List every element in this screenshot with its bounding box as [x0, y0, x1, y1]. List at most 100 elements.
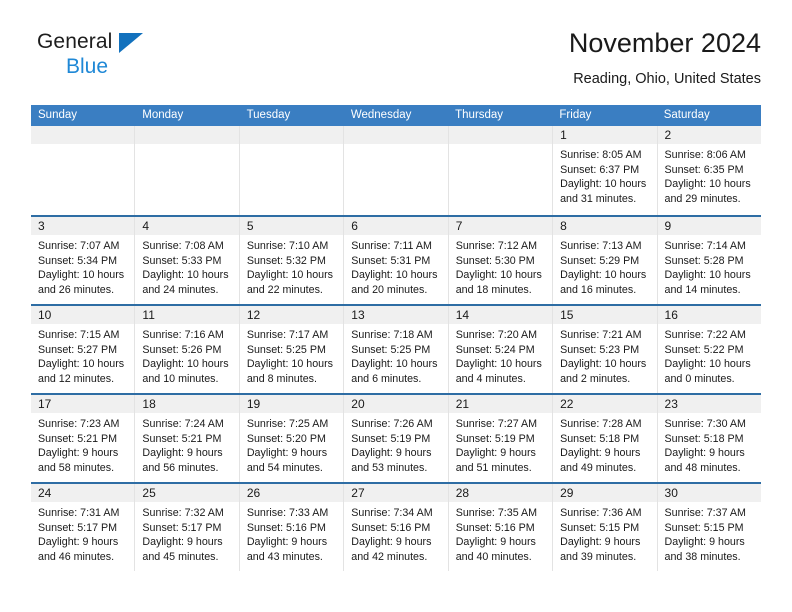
day-info-line: Daylight: 9 hours — [142, 536, 223, 549]
day-sun-info: Sunrise: 7:25 AM Sunset: 5:20 PM Daylight:… — [240, 413, 343, 475]
day-info-line: Sunrise: 7:35 AM — [455, 507, 538, 519]
day-number: 9 — [664, 219, 672, 233]
calendar-page: General Blue November 2024 Reading, Ohio… — [0, 0, 792, 612]
day-info-line: and 48 minutes. — [664, 461, 741, 474]
day-info-line: Sunrise: 7:23 AM — [38, 418, 120, 430]
day-info-line: Sunset: 5:17 PM — [38, 521, 118, 534]
calendar-day-cell[interactable]: 18 Sunrise: 7:24 AM Sunset: 5:21 PM Dayligh… — [135, 395, 240, 482]
calendar-week-row: 3 Sunrise: 7:07 AM Sunset: 5:34 PM Daylight… — [31, 215, 761, 304]
calendar-day-cell[interactable]: 5 Sunrise: 7:10 AM Sunset: 5:32 PM Daylight… — [239, 217, 345, 304]
page-title: November 2024 — [568, 28, 761, 58]
day-info-line: Daylight: 9 hours — [455, 447, 536, 460]
day-info-line: Daylight: 9 hours — [351, 447, 432, 460]
day-info-line: Sunset: 6:35 PM — [664, 163, 744, 176]
day-sun-info: Sunrise: 7:08 AM Sunset: 5:33 PM Daylight:… — [135, 235, 238, 297]
calendar-day-cell[interactable]: 14 Sunrise: 7:20 AM Sunset: 5:24 PM Dayligh… — [448, 306, 554, 393]
calendar-day-cell[interactable]: 19 Sunrise: 7:25 AM Sunset: 5:20 PM Dayligh… — [239, 395, 345, 482]
day-info-line: Daylight: 10 hours — [455, 358, 542, 371]
calendar-day-cell[interactable]: 25 Sunrise: 7:32 AM Sunset: 5:17 PM Dayligh… — [135, 484, 240, 571]
day-info-line: Sunset: 5:18 PM — [560, 432, 640, 445]
day-info-line: Sunset: 5:21 PM — [38, 432, 118, 445]
day-info-line: Sunrise: 7:32 AM — [142, 507, 224, 519]
day-info-line: Sunrise: 7:15 AM — [38, 329, 120, 341]
day-info-line: and 26 minutes. — [38, 283, 115, 296]
day-info-line: Sunrise: 7:08 AM — [142, 240, 224, 252]
day-info-line: Sunset: 5:24 PM — [455, 343, 535, 356]
day-info-line: Sunset: 5:26 PM — [142, 343, 222, 356]
day-info-line: Sunrise: 7:20 AM — [455, 329, 538, 341]
day-info-line: Sunrise: 7:07 AM — [38, 240, 120, 252]
calendar-day-cell[interactable]: 29 Sunrise: 7:36 AM Sunset: 5:15 PM Dayligh… — [553, 484, 658, 571]
day-info-line: and 31 minutes. — [560, 192, 637, 205]
calendar-day-cell[interactable]: 15 Sunrise: 7:21 AM Sunset: 5:23 PM Dayligh… — [553, 306, 658, 393]
day-info-line: and 20 minutes. — [351, 283, 428, 296]
calendar-day-cell[interactable]: 13 Sunrise: 7:18 AM Sunset: 5:25 PM Dayligh… — [344, 306, 449, 393]
calendar-day-cell[interactable]: 1 Sunrise: 8:05 AM Sunset: 6:37 PM Daylight… — [553, 126, 658, 215]
day-sun-info: Sunrise: 8:05 AM Sunset: 6:37 PM Daylight:… — [553, 144, 656, 206]
calendar-day-cell[interactable]: 6 Sunrise: 7:11 AM Sunset: 5:31 PM Daylight… — [344, 217, 449, 304]
day-sun-info: Sunrise: 7:30 AM Sunset: 5:18 PM Daylight:… — [658, 413, 761, 475]
calendar-day-cell[interactable]: 12 Sunrise: 7:17 AM Sunset: 5:25 PM Dayligh… — [239, 306, 345, 393]
calendar-day-cell[interactable]: 24 Sunrise: 7:31 AM Sunset: 5:17 PM Dayligh… — [31, 484, 136, 571]
calendar-day-cell[interactable]: 16 Sunrise: 7:22 AM Sunset: 5:22 PM Dayligh… — [657, 306, 761, 393]
day-info-line: Sunset: 5:15 PM — [664, 521, 744, 534]
calendar-day-cell[interactable]: 17 Sunrise: 7:23 AM Sunset: 5:21 PM Dayligh… — [31, 395, 136, 482]
calendar-day-cell[interactable]: 21 Sunrise: 7:27 AM Sunset: 5:19 PM Dayligh… — [448, 395, 554, 482]
day-info-line: Daylight: 9 hours — [246, 447, 328, 460]
day-number-strip: 12 — [239, 306, 344, 324]
day-info-line: and 2 minutes. — [560, 372, 631, 385]
day-info-line: Sunset: 5:31 PM — [351, 254, 431, 267]
day-number: 4 — [142, 219, 150, 233]
calendar-day-cell[interactable]: 2 Sunrise: 8:06 AM Sunset: 6:35 PM Daylight… — [657, 126, 761, 215]
calendar-day-cell[interactable]: 9 Sunrise: 7:14 AM Sunset: 5:28 PM Daylight… — [657, 217, 761, 304]
day-sun-info: Sunrise: 7:37 AM Sunset: 5:15 PM Daylight:… — [658, 502, 761, 564]
calendar-day-cell[interactable]: 28 Sunrise: 7:35 AM Sunset: 5:16 PM Dayligh… — [448, 484, 554, 571]
day-number-strip: 2 — [657, 126, 761, 144]
day-number: 15 — [560, 308, 574, 322]
day-number-strip: 15 — [553, 306, 657, 324]
day-info-line: Daylight: 9 hours — [142, 447, 223, 460]
day-info-line: Sunset: 5:22 PM — [664, 343, 744, 356]
day-info-line: Sunset: 5:23 PM — [560, 343, 640, 356]
day-number: 1 — [560, 128, 567, 142]
weekday-header-saturday: Saturday — [663, 109, 710, 121]
calendar-day-cell[interactable]: 27 Sunrise: 7:34 AM Sunset: 5:16 PM Dayligh… — [344, 484, 449, 571]
day-info-line: and 58 minutes. — [38, 461, 115, 474]
day-number-strip — [135, 126, 239, 144]
day-sun-info: Sunrise: 7:12 AM Sunset: 5:30 PM Daylight:… — [449, 235, 552, 297]
calendar-day-cell[interactable]: 8 Sunrise: 7:13 AM Sunset: 5:29 PM Daylight… — [553, 217, 658, 304]
calendar-day-cell[interactable]: 20 Sunrise: 7:26 AM Sunset: 5:19 PM Dayligh… — [344, 395, 449, 482]
day-info-line: and 12 minutes. — [38, 372, 115, 385]
calendar-day-cell[interactable]: 26 Sunrise: 7:33 AM Sunset: 5:16 PM Dayligh… — [239, 484, 345, 571]
day-info-line: Sunrise: 7:22 AM — [664, 329, 746, 341]
day-info-line: and 8 minutes. — [246, 372, 317, 385]
general-blue-logo[interactable]: General Blue — [37, 30, 217, 88]
day-info-line: Sunset: 5:29 PM — [560, 254, 640, 267]
weekday-header-row: Sunday Monday Tuesday Wednesday Thursday Frid… — [31, 105, 761, 126]
calendar-day-cell[interactable]: 7 Sunrise: 7:12 AM Sunset: 5:30 PM Daylight… — [448, 217, 554, 304]
day-number: 29 — [560, 486, 574, 500]
calendar-day-cell[interactable]: 22 Sunrise: 7:28 AM Sunset: 5:18 PM Dayligh… — [553, 395, 658, 482]
day-info-line: Sunrise: 7:21 AM — [560, 329, 642, 341]
day-info-line: Daylight: 10 hours — [455, 269, 542, 282]
day-info-line: Sunset: 5:30 PM — [455, 254, 535, 267]
day-sun-info: Sunrise: 7:24 AM Sunset: 5:21 PM Daylight:… — [135, 413, 238, 475]
calendar-day-cell[interactable]: 11 Sunrise: 7:16 AM Sunset: 5:26 PM Dayligh… — [135, 306, 240, 393]
calendar-day-cell[interactable]: 10 Sunrise: 7:15 AM Sunset: 5:27 PM Dayligh… — [31, 306, 136, 393]
day-number: 14 — [455, 308, 470, 322]
day-number-strip: 27 — [344, 484, 448, 502]
day-sun-info: Sunrise: 7:31 AM Sunset: 5:17 PM Daylight:… — [31, 502, 134, 564]
day-sun-info: Sunrise: 7:15 AM Sunset: 5:27 PM Daylight:… — [31, 324, 134, 386]
day-number-strip: 1 — [553, 126, 657, 144]
day-info-line: Sunrise: 7:14 AM — [664, 240, 746, 252]
calendar-day-cell[interactable]: 23 Sunrise: 7:30 AM Sunset: 5:18 PM Dayligh… — [657, 395, 761, 482]
day-info-line: Sunset: 5:16 PM — [246, 521, 326, 534]
day-info-line: Sunrise: 7:36 AM — [560, 507, 642, 519]
day-info-line: Daylight: 10 hours — [246, 269, 333, 282]
calendar-weeks: 1 Sunrise: 8:05 AM Sunset: 6:37 PM Daylight… — [31, 126, 761, 571]
calendar-day-cell[interactable]: 30 Sunrise: 7:37 AM Sunset: 5:15 PM Dayligh… — [657, 484, 761, 571]
calendar-day-cell[interactable]: 4 Sunrise: 7:08 AM Sunset: 5:33 PM Daylight… — [135, 217, 240, 304]
day-sun-info: Sunrise: 7:32 AM Sunset: 5:17 PM Daylight:… — [135, 502, 238, 564]
calendar-day-cell[interactable]: 3 Sunrise: 7:07 AM Sunset: 5:34 PM Daylight… — [31, 217, 136, 304]
day-info-line: Daylight: 9 hours — [455, 536, 536, 549]
